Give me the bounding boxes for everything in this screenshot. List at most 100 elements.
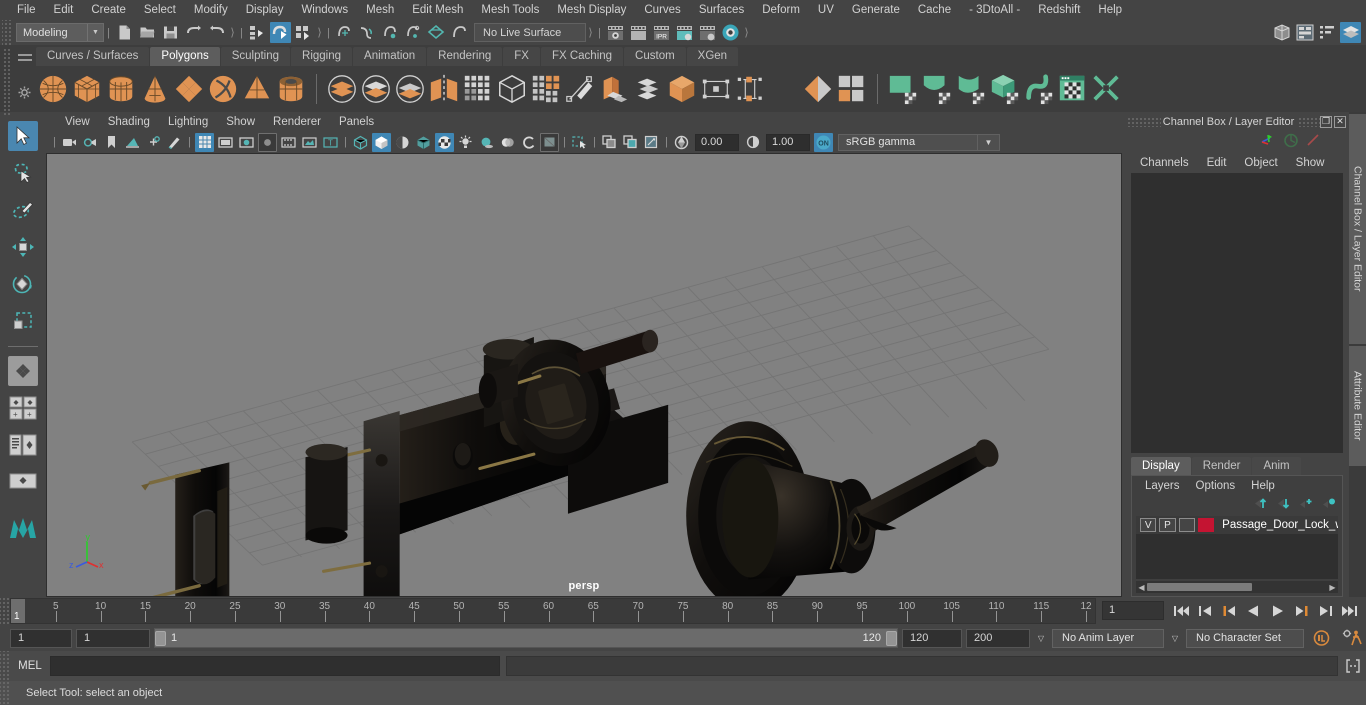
play-backwards-icon[interactable]	[1242, 600, 1264, 622]
menu-surfaces[interactable]: Surfaces	[690, 0, 753, 20]
shelf-tab-menu-icon[interactable]	[18, 54, 32, 63]
range-start-time-field[interactable]: 1	[76, 628, 150, 648]
viewport-menu-show[interactable]: Show	[217, 116, 264, 128]
gamma-icon[interactable]	[743, 133, 762, 152]
paint-select-tool[interactable]	[6, 191, 40, 228]
save-scene-icon[interactable]	[160, 22, 181, 43]
current-time-indicator[interactable]: 1	[11, 599, 25, 623]
layer-menu-help[interactable]: Help	[1243, 480, 1283, 492]
grease-pencil-icon[interactable]	[165, 133, 184, 152]
viewport-menu-shading[interactable]: Shading	[99, 116, 159, 128]
rotate-tool[interactable]	[6, 265, 40, 302]
multisample-icon[interactable]	[540, 132, 559, 152]
boolean-union-icon[interactable]	[325, 69, 359, 109]
color-management-toggle-icon[interactable]: ON	[814, 132, 833, 152]
grid-toggle-icon[interactable]	[195, 132, 214, 152]
gamma-field[interactable]: 1.00	[766, 133, 810, 151]
connect-icon[interactable]	[733, 69, 767, 109]
menu-display[interactable]: Display	[237, 0, 293, 20]
make-live-icon[interactable]	[449, 22, 470, 43]
scrollbar-thumb[interactable]	[1147, 583, 1252, 591]
menu-create[interactable]: Create	[82, 0, 135, 20]
exposure-icon[interactable]	[672, 133, 691, 152]
polygon-sphere-icon[interactable]	[36, 69, 70, 109]
panel-grip[interactable]	[1127, 116, 1161, 127]
multi-cut-icon[interactable]	[563, 69, 597, 109]
use-default-lighting-icon[interactable]	[456, 133, 475, 152]
undo-icon[interactable]	[183, 22, 204, 43]
persp-outliner-layout[interactable]	[6, 426, 40, 463]
snap-to-curve-icon[interactable]	[357, 22, 378, 43]
select-camera-icon[interactable]	[60, 133, 79, 152]
menu-modify[interactable]: Modify	[185, 0, 237, 20]
polygon-cube-icon[interactable]	[70, 69, 104, 109]
menu-uv[interactable]: UV	[809, 0, 843, 20]
step-forward-keyframe-icon[interactable]	[1314, 600, 1336, 622]
safe-title-icon[interactable]: T	[321, 133, 340, 152]
step-back-frame-icon[interactable]	[1218, 600, 1240, 622]
range-end-time-field[interactable]: 120	[902, 628, 962, 648]
shelf-options-gear-icon[interactable]	[18, 86, 31, 102]
restore-button[interactable]: ❐	[1320, 115, 1332, 128]
create-layer-from-selected-icon[interactable]	[1321, 497, 1336, 513]
shelf-tab-custom[interactable]: Custom	[624, 47, 686, 66]
uv-editor-icon[interactable]	[835, 69, 869, 109]
shelf-tab-sculpting[interactable]: Sculpting	[220, 47, 291, 66]
layer-menu-layers[interactable]: Layers	[1137, 480, 1188, 492]
live-surface-field[interactable]: No Live Surface	[474, 23, 586, 42]
smooth-icon[interactable]	[461, 69, 495, 109]
uv-planar-icon[interactable]	[886, 69, 920, 109]
shelf-tab-curves-surfaces[interactable]: Curves / Surfaces	[36, 47, 150, 66]
anim-layer-selector[interactable]: No Anim Layer	[1052, 628, 1164, 648]
step-forward-frame-icon[interactable]	[1290, 600, 1312, 622]
range-slider[interactable]: 1 120	[154, 628, 898, 648]
last-tool-used[interactable]	[6, 352, 40, 389]
image-plane-icon[interactable]	[123, 133, 142, 152]
show-hide-channel-box-icon[interactable]	[1340, 22, 1361, 43]
menu-cache[interactable]: Cache	[909, 0, 960, 20]
shelf-tab-rigging[interactable]: Rigging	[291, 47, 353, 66]
menu-select[interactable]: Select	[135, 0, 185, 20]
layer-color-swatch[interactable]	[1197, 518, 1215, 532]
render-settings-icon[interactable]	[674, 22, 695, 43]
layer-name[interactable]: Passage_Door_Lock_w	[1217, 519, 1338, 531]
show-hide-attribute-editor-icon[interactable]	[1294, 22, 1315, 43]
transform-node-icon[interactable]	[801, 69, 835, 109]
shadows-icon[interactable]	[477, 133, 496, 152]
layer-playback-toggle[interactable]: P	[1159, 518, 1176, 532]
side-tab-attribute-editor[interactable]: Attribute Editor	[1349, 346, 1366, 466]
shelf-tab-fx[interactable]: FX	[503, 47, 540, 66]
lasso-select-tool[interactable]	[6, 154, 40, 191]
boolean-intersection-icon[interactable]	[393, 69, 427, 109]
polygon-pyramid-icon[interactable]	[240, 69, 274, 109]
viewport-menu-renderer[interactable]: Renderer	[264, 116, 330, 128]
side-tab-channel-box[interactable]: Channel Box / Layer Editor	[1349, 114, 1366, 344]
play-forwards-icon[interactable]	[1266, 600, 1288, 622]
render-sequence-icon[interactable]	[628, 22, 649, 43]
command-line-grip[interactable]	[0, 651, 10, 681]
show-hide-tool-settings-icon[interactable]	[1317, 22, 1338, 43]
xray-icon[interactable]	[600, 133, 619, 152]
shelf-tab-fx-caching[interactable]: FX Caching	[540, 47, 624, 66]
combine-icon[interactable]	[427, 69, 461, 109]
boolean-difference-icon[interactable]	[359, 69, 393, 109]
chevron-down-icon[interactable]: ▽	[1034, 634, 1048, 643]
four-view-layout[interactable]: + +	[6, 389, 40, 426]
menu-file[interactable]: File	[8, 0, 45, 20]
isolate-select-icon[interactable]	[570, 133, 589, 152]
step-back-keyframe-icon[interactable]	[1194, 600, 1216, 622]
uv-editor-window-icon[interactable]	[1056, 69, 1090, 109]
current-frame-field[interactable]: 1	[1102, 601, 1164, 620]
command-language-label[interactable]: MEL	[10, 660, 50, 672]
menu-set-selector[interactable]: Modeling ▼	[16, 23, 104, 42]
polygon-pipe-icon[interactable]	[274, 69, 308, 109]
create-new-layer-icon[interactable]	[1298, 497, 1313, 513]
select-by-hierarchy-icon[interactable]	[247, 22, 268, 43]
bevel-icon[interactable]	[631, 69, 665, 109]
animation-preferences-icon[interactable]	[1338, 629, 1366, 647]
viewport-menu-panels[interactable]: Panels	[330, 116, 383, 128]
exposure-field[interactable]: 0.00	[695, 133, 739, 151]
snap-to-point-icon[interactable]	[380, 22, 401, 43]
menu-deform[interactable]: Deform	[753, 0, 809, 20]
scale-tool[interactable]	[6, 302, 40, 339]
